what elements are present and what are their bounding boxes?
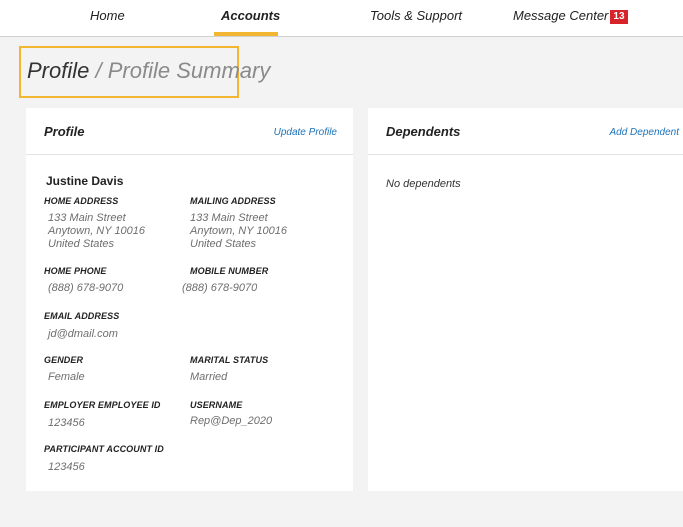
top-nav: Home Accounts Tools & Support Message Ce…: [0, 0, 683, 37]
page-title-separator: /: [95, 58, 102, 83]
page-title-main: Profile: [27, 58, 90, 83]
employer-employee-id-label: EMPLOYER EMPLOYEE ID: [44, 400, 161, 410]
profile-card: Profile Update Profile Justine Davis HOM…: [26, 108, 353, 491]
employer-employee-id-value: 123456: [48, 417, 85, 429]
email-address-label: EMAIL ADDRESS: [44, 311, 120, 321]
profile-card-header: Profile Update Profile: [26, 108, 353, 155]
dependents-card: Dependents Add Dependent No dependents: [368, 108, 683, 491]
nav-accounts[interactable]: Accounts: [221, 8, 280, 23]
home-address-line-3: United States: [48, 238, 115, 250]
nav-message-center[interactable]: Message Center 13: [513, 8, 628, 24]
nav-active-indicator: [214, 32, 278, 36]
profile-name: Justine Davis: [46, 174, 124, 188]
gender-label: GENDER: [44, 355, 84, 365]
mailing-address-line-2: Anytown, NY 10016: [190, 225, 288, 237]
mailing-address-value: 133 Main Street Anytown, NY 10016 United…: [190, 212, 287, 251]
username-value: Rep@Dep_2020: [190, 415, 273, 427]
dependents-card-header: Dependents Add Dependent: [368, 108, 683, 155]
participant-account-id-label: PARTICIPANT ACCOUNT ID: [44, 444, 164, 454]
no-dependents-text: No dependents: [386, 178, 461, 190]
participant-account-id-value: 123456: [48, 461, 85, 473]
nav-message-center-label: Message Center: [513, 8, 609, 23]
profile-card-title: Profile: [44, 124, 85, 139]
add-dependent-link[interactable]: Add Dependent: [609, 127, 679, 138]
home-address-label: HOME ADDRESS: [44, 196, 119, 206]
home-address-line-2: Anytown, NY 10016: [48, 225, 146, 237]
mobile-number-label: MOBILE NUMBER: [190, 266, 269, 276]
nav-home[interactable]: Home: [90, 8, 125, 23]
email-address-value: jd@dmail.com: [48, 328, 118, 340]
page-title: Profile / Profile Summary: [27, 58, 270, 84]
mailing-address-label: MAILING ADDRESS: [190, 196, 276, 206]
marital-status-label: MARITAL STATUS: [190, 355, 269, 365]
nav-tools-support[interactable]: Tools & Support: [370, 8, 462, 23]
mailing-address-line-1: 133 Main Street: [190, 212, 268, 224]
message-count-badge: 13: [610, 10, 628, 24]
update-profile-link[interactable]: Update Profile: [274, 127, 337, 138]
page-title-sub: Profile Summary: [107, 58, 271, 83]
marital-status-value: Married: [190, 371, 228, 383]
dependents-card-title: Dependents: [386, 124, 461, 139]
mailing-address-line-3: United States: [190, 238, 257, 250]
home-phone-label: HOME PHONE: [44, 266, 107, 276]
gender-value: Female: [48, 371, 85, 383]
home-address-value: 133 Main Street Anytown, NY 10016 United…: [48, 212, 145, 251]
home-address-line-1: 133 Main Street: [48, 212, 126, 224]
home-phone-value: (888) 678-9070: [48, 282, 124, 294]
mobile-number-value: (888) 678-9070: [182, 282, 258, 294]
username-label: USERNAME: [190, 400, 243, 410]
